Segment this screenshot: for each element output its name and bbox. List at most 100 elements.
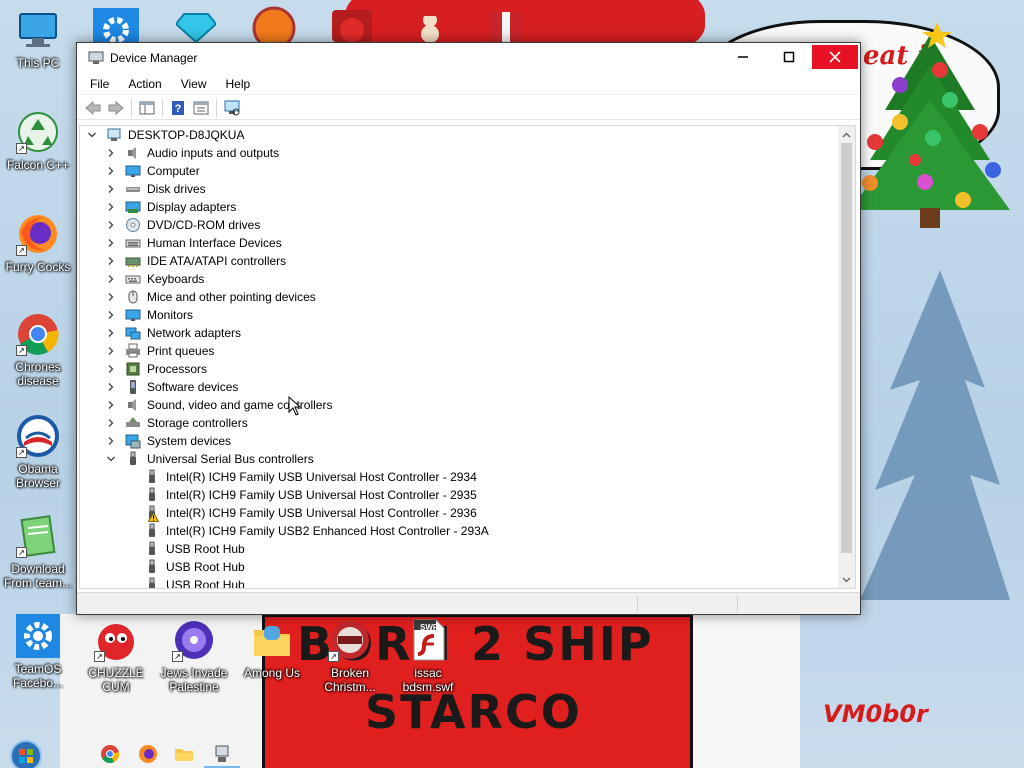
expand-toggle[interactable] — [106, 310, 116, 320]
tree-device[interactable]: Intel(R) ICH9 Family USB Universal Host … — [144, 504, 477, 522]
desktop-icon-furry[interactable]: ↗ Furry Cocks — [0, 212, 76, 274]
shortcut-arrow-icon: ↗ — [16, 143, 27, 154]
tree-item-label: Audio inputs and outputs — [147, 146, 280, 160]
letter-p-icon[interactable] — [250, 6, 298, 42]
tree-category[interactable]: Audio inputs and outputs — [106, 144, 279, 162]
expand-toggle[interactable] — [106, 238, 116, 248]
expand-toggle[interactable] — [106, 364, 116, 374]
tree-item-label: Intel(R) ICH9 Family USB Universal Host … — [166, 470, 477, 484]
desktop-icon-chuzzle[interactable]: ↗ CHUZZLE CUM — [78, 618, 154, 694]
tree-category[interactable]: Network adapters — [106, 324, 241, 342]
expand-toggle[interactable] — [106, 220, 116, 230]
menu-action[interactable]: Action — [121, 77, 168, 91]
desktop-icon-settings-partial[interactable] — [93, 8, 139, 43]
game-disc-icon: ↗ — [328, 618, 372, 662]
angry-bird-icon[interactable] — [332, 10, 372, 42]
show-hide-console-tree-button[interactable] — [137, 99, 157, 117]
snowman-icon[interactable] — [412, 10, 448, 42]
tree-category[interactable]: Human Interface Devices — [106, 234, 282, 252]
expand-toggle[interactable] — [106, 292, 116, 302]
file-explorer-icon[interactable] — [174, 744, 194, 764]
expand-toggle[interactable] — [106, 328, 116, 338]
scroll-up-button[interactable] — [838, 126, 855, 143]
scan-hardware-icon — [224, 100, 240, 115]
scan-hardware-button[interactable] — [222, 99, 242, 117]
expand-toggle[interactable] — [106, 346, 116, 356]
desktop-icon-download[interactable]: ↗ Download From team... — [0, 514, 76, 590]
tree-category[interactable]: Disk drives — [106, 180, 206, 198]
minimize-button[interactable] — [720, 45, 766, 69]
title-bar[interactable]: Device Manager — [77, 43, 860, 73]
menu-view[interactable]: View — [174, 77, 214, 91]
dvd-icon — [125, 217, 141, 233]
tree-category[interactable]: Mice and other pointing devices — [106, 288, 316, 306]
tree-item-label: Mice and other pointing devices — [147, 290, 316, 304]
tree-category[interactable]: IDE ATA/ATAPI controllers — [106, 252, 286, 270]
tree-root-computer[interactable]: DESKTOP-D8JQKUA — [87, 126, 244, 144]
show-hide-console-tree-icon — [139, 101, 155, 114]
tree-device[interactable]: USB Root Hub — [144, 558, 245, 576]
expand-toggle[interactable] — [106, 148, 116, 158]
expand-toggle[interactable] — [106, 166, 116, 176]
tree-category[interactable]: DVD/CD-ROM drives — [106, 216, 260, 234]
tree-item-label: Print queues — [147, 344, 215, 358]
desktop-icon-this-pc[interactable]: This PC — [0, 8, 76, 70]
tree-device[interactable]: USB Root Hub — [144, 540, 245, 558]
start-orb-icon[interactable] — [6, 738, 46, 768]
expand-toggle[interactable] — [106, 400, 116, 410]
tree-category[interactable]: Monitors — [106, 306, 193, 324]
tree-category[interactable]: Print queues — [106, 342, 214, 360]
forward-button[interactable] — [106, 99, 126, 117]
chevron-right-icon — [108, 419, 114, 427]
expand-toggle[interactable] — [106, 184, 116, 194]
menu-help[interactable]: Help — [219, 77, 258, 91]
tree-category[interactable]: Storage controllers — [106, 414, 248, 432]
desktop-icon-chrome[interactable]: ↗ Chrones disease — [0, 312, 76, 388]
expand-toggle[interactable] — [106, 382, 116, 392]
device-manager-icon[interactable] — [212, 744, 232, 764]
tree-item-label: DESKTOP-D8JQKUA — [128, 128, 245, 142]
tree-category[interactable]: Processors — [106, 360, 207, 378]
desktop-icon-jews[interactable]: ↗ Jews Invade Palestine — [156, 618, 232, 694]
diamond-icon[interactable] — [176, 12, 216, 42]
expand-toggle[interactable] — [87, 130, 97, 140]
desktop-icon-label: CHUZZLE CUM — [88, 666, 144, 694]
expand-toggle[interactable] — [106, 256, 116, 266]
firefox-icon[interactable] — [138, 744, 158, 764]
tree-category[interactable]: Software devices — [106, 378, 238, 396]
expand-toggle[interactable] — [106, 436, 116, 446]
desktop-icon-broken-christmas[interactable]: ↗ Broken Christm... — [312, 618, 388, 694]
tree-device[interactable]: USB Root Hub — [144, 576, 245, 588]
toolbar-separator — [131, 98, 132, 117]
scroll-down-button[interactable] — [838, 571, 855, 588]
expand-toggle[interactable] — [106, 454, 116, 464]
vertical-scrollbar[interactable] — [838, 126, 855, 588]
expand-toggle[interactable] — [106, 418, 116, 428]
desktop-icon-among-us[interactable]: Among Us — [234, 618, 310, 680]
tree-device[interactable]: Intel(R) ICH9 Family USB Universal Host … — [144, 486, 477, 504]
tree-category[interactable]: Universal Serial Bus controllers — [106, 450, 314, 468]
menu-file[interactable]: File — [83, 77, 116, 91]
tree-device[interactable]: Intel(R) ICH9 Family USB Universal Host … — [144, 468, 477, 486]
tree-category[interactable]: Keyboards — [106, 270, 204, 288]
back-button[interactable] — [83, 99, 103, 117]
help-button[interactable]: ? — [168, 99, 188, 117]
scroll-thumb[interactable] — [841, 143, 852, 553]
desktop-icon-issac-swf[interactable]: SWF issac bdsm.swf — [390, 618, 466, 694]
tree-category[interactable]: System devices — [106, 432, 231, 450]
archive-icon[interactable] — [486, 10, 526, 42]
tree-category[interactable]: Computer — [106, 162, 200, 180]
maximize-button[interactable] — [766, 45, 812, 69]
properties-button[interactable] — [191, 99, 211, 117]
desktop-icon-falcon[interactable]: ↗ Falcon C++ — [0, 110, 76, 172]
close-button[interactable] — [812, 45, 858, 69]
expand-toggle[interactable] — [106, 202, 116, 212]
desktop-icon-teamos[interactable]: TeamOS Facebo... — [0, 614, 76, 690]
expand-toggle[interactable] — [106, 274, 116, 284]
forward-arrow-icon — [108, 100, 124, 115]
tree-device[interactable]: Intel(R) ICH9 Family USB2 Enhanced Host … — [144, 522, 489, 540]
desktop-icon-obama[interactable]: ↗ Obama Browser — [0, 414, 76, 490]
tree-category[interactable]: Display adapters — [106, 198, 236, 216]
chrome-icon[interactable] — [100, 744, 120, 764]
chevron-right-icon — [108, 275, 114, 283]
